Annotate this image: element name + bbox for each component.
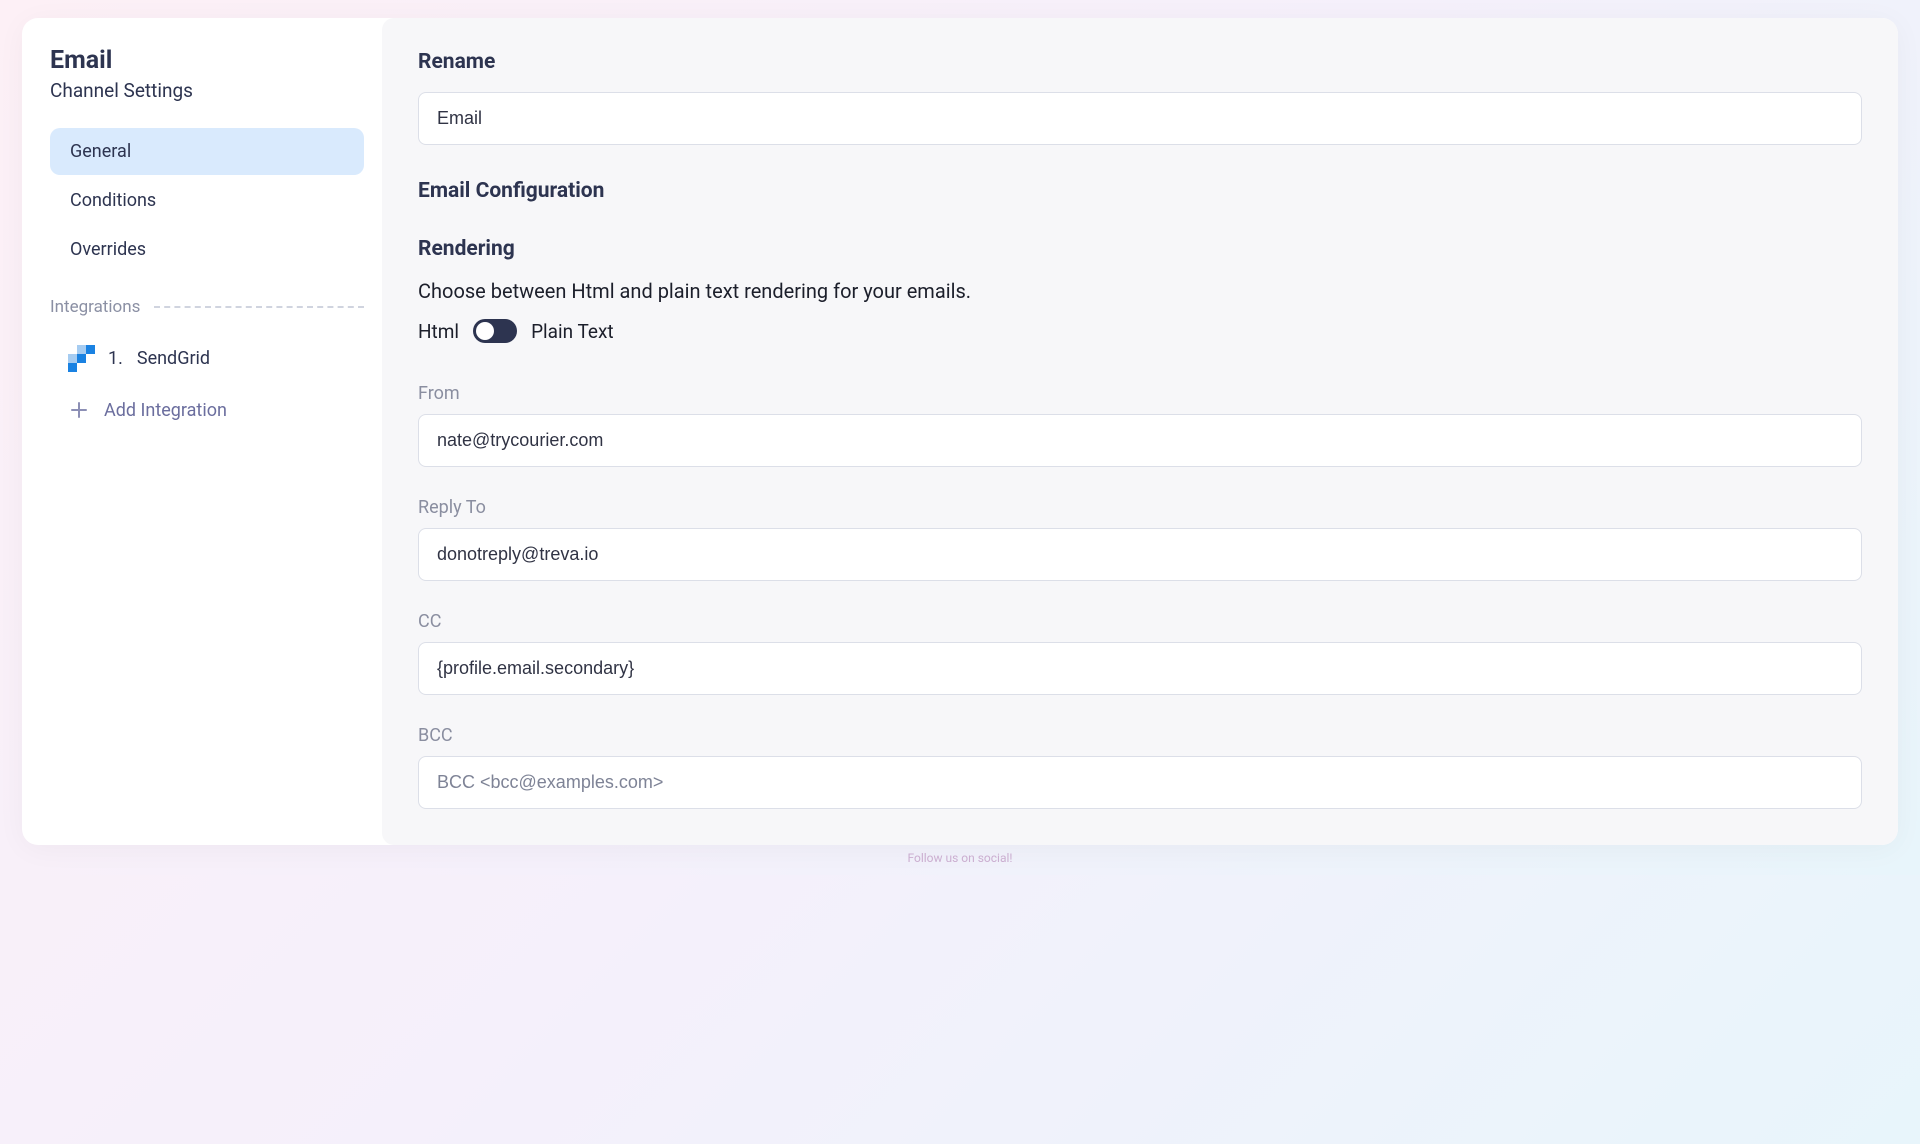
sidebar-subtitle: Channel Settings	[50, 79, 364, 102]
bcc-label: BCC	[418, 725, 1862, 746]
rendering-toggle-row: Html Plain Text	[418, 319, 1862, 343]
add-integration-label: Add Integration	[104, 400, 227, 421]
section-title-rename: Rename	[418, 50, 1862, 74]
sidebar: Email Channel Settings General Condition…	[22, 18, 382, 845]
cc-input[interactable]	[418, 642, 1862, 695]
reply-to-label: Reply To	[418, 497, 1862, 518]
nav-item-overrides[interactable]: Overrides	[50, 226, 364, 273]
nav-item-general[interactable]: General	[50, 128, 364, 175]
rename-input[interactable]	[418, 92, 1862, 145]
nav-item-label: Overrides	[70, 239, 146, 260]
nav-item-label: Conditions	[70, 190, 156, 211]
section-title-config: Email Configuration	[418, 179, 1862, 203]
rendering-left-label: Html	[418, 320, 459, 343]
bcc-input[interactable]	[418, 756, 1862, 809]
nav-item-conditions[interactable]: Conditions	[50, 177, 364, 224]
sendgrid-icon	[68, 345, 94, 371]
settings-card: Email Channel Settings General Condition…	[22, 18, 1898, 845]
integration-index: 1.	[108, 348, 123, 369]
sidebar-title: Email	[50, 46, 364, 75]
plus-icon	[68, 399, 90, 421]
from-label: From	[418, 383, 1862, 404]
add-integration-button[interactable]: Add Integration	[50, 381, 364, 431]
main-panel: Rename Email Configuration Rendering Cho…	[382, 18, 1898, 845]
integration-item-sendgrid[interactable]: 1. SendGrid	[50, 335, 364, 381]
divider-dashed	[154, 306, 364, 308]
reply-to-input[interactable]	[418, 528, 1862, 581]
footer-strip: Follow us on social!	[22, 845, 1898, 875]
integrations-label: Integrations	[50, 297, 140, 317]
cc-label: CC	[418, 611, 1862, 632]
toggle-knob	[476, 322, 494, 340]
rendering-helper: Choose between Html and plain text rende…	[418, 279, 1862, 303]
integrations-header: Integrations	[50, 297, 364, 317]
integration-name: SendGrid	[137, 348, 210, 369]
nav-item-label: General	[70, 141, 131, 162]
rendering-right-label: Plain Text	[531, 320, 614, 343]
section-title-rendering: Rendering	[418, 237, 1862, 261]
from-input[interactable]	[418, 414, 1862, 467]
rendering-toggle[interactable]	[473, 319, 517, 343]
